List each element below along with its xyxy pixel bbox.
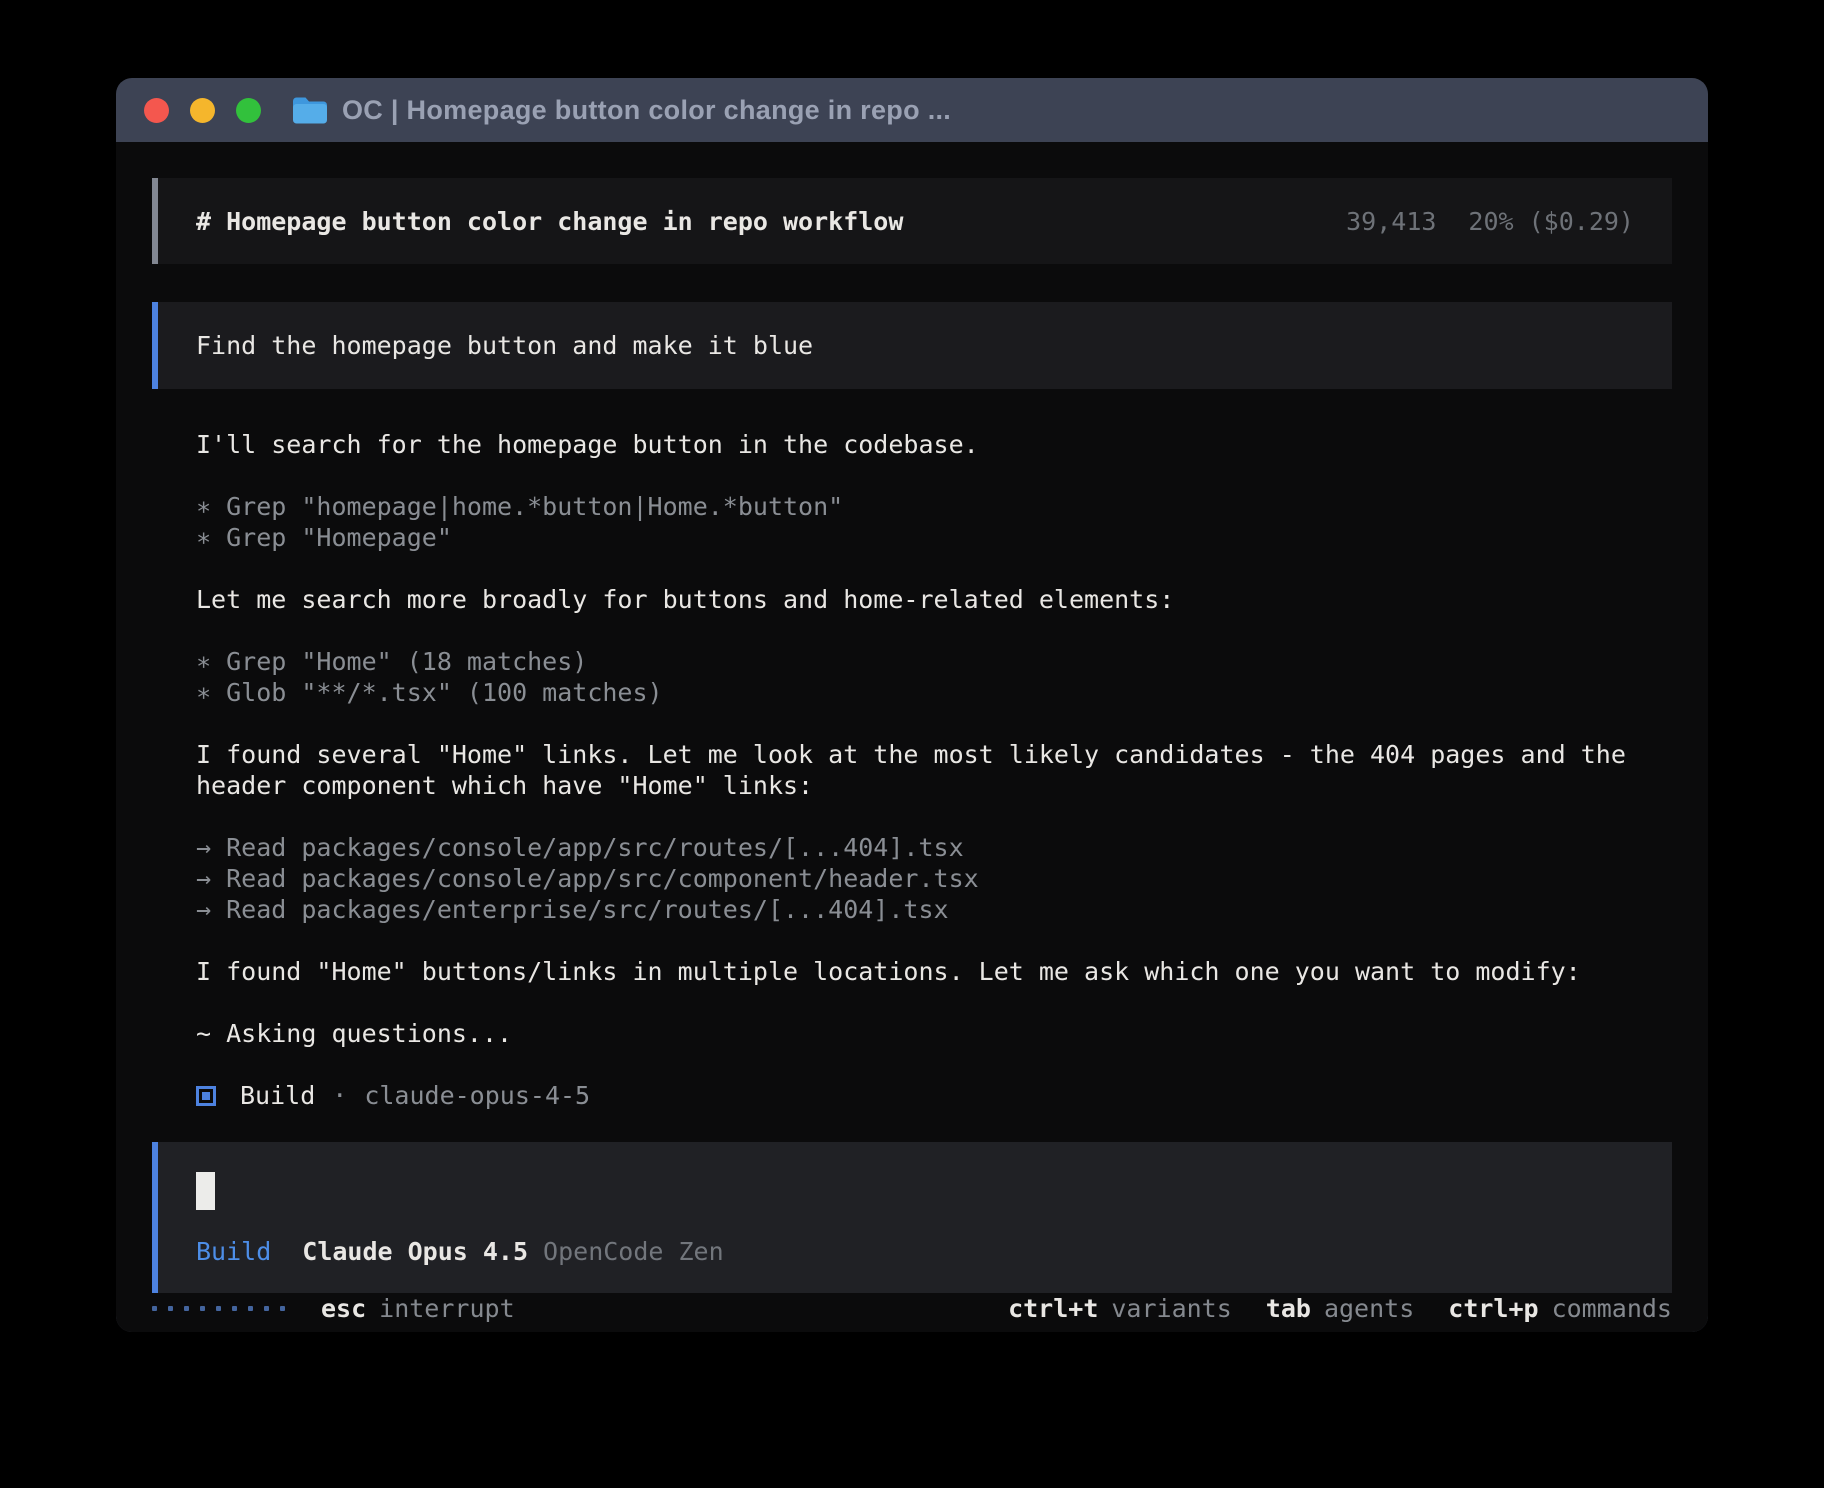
- input-agent-label[interactable]: Build: [196, 1236, 271, 1267]
- assistant-working-status: ~ Asking questions...: [196, 1018, 1672, 1049]
- zoom-button[interactable]: [236, 98, 261, 123]
- ctrl-t-key: ctrl+t: [1008, 1294, 1098, 1323]
- hint-variants: ctrl+t variants: [1008, 1293, 1232, 1324]
- agent-name: Build: [240, 1080, 315, 1111]
- assistant-response: I'll search for the homepage button in t…: [152, 429, 1672, 1142]
- prompt-input[interactable]: Build Claude Opus 4.5 OpenCode Zen: [152, 1142, 1672, 1293]
- dot-separator: ·: [332, 1080, 347, 1111]
- hint-label: agents: [1324, 1294, 1414, 1323]
- assistant-text: I found "Home" buttons/links in multiple…: [196, 956, 1672, 987]
- agent-status-row: Build · claude-opus-4-5: [196, 1080, 1672, 1111]
- session-title: # Homepage button color change in repo w…: [196, 206, 903, 237]
- tool-call-glob: ∗ Glob "**/*.tsx" (100 matches): [196, 677, 1672, 708]
- traffic-lights: [144, 98, 261, 123]
- hint-label: interrupt: [379, 1294, 514, 1323]
- assistant-text: I'll search for the homepage button in t…: [196, 429, 1672, 460]
- ctrl-p-key: ctrl+p: [1448, 1294, 1538, 1323]
- status-bar: esc interrupt ctrl+t variants tab agents ct…: [152, 1293, 1672, 1328]
- tool-call-read: → Read packages/console/app/src/routes/[…: [196, 832, 1672, 863]
- esc-key: esc: [321, 1294, 366, 1323]
- context-usage: 20% ($0.29): [1468, 206, 1634, 237]
- title-bar[interactable]: OC | Homepage button color change in rep…: [116, 78, 1708, 142]
- text-cursor: [196, 1172, 215, 1210]
- folder-icon: [291, 96, 327, 125]
- hint-label: variants: [1111, 1294, 1231, 1323]
- input-footer: Build Claude Opus 4.5 OpenCode Zen: [196, 1236, 1634, 1267]
- user-message: Find the homepage button and make it blu…: [152, 302, 1672, 389]
- tool-call-grep: ∗ Grep "homepage|home.*button|Home.*butt…: [196, 491, 1672, 522]
- hint-commands: ctrl+p commands: [1448, 1293, 1672, 1324]
- terminal-content: # Homepage button color change in repo w…: [116, 142, 1708, 1332]
- spinner-dots: [152, 1306, 285, 1311]
- token-count: 39,413: [1346, 206, 1436, 237]
- hint-agents: tab agents: [1266, 1293, 1414, 1324]
- close-button[interactable]: [144, 98, 169, 123]
- agent-build-icon: [196, 1086, 216, 1106]
- assistant-text: I found several "Home" links. Let me loo…: [196, 739, 1672, 801]
- status-left: esc interrupt: [152, 1293, 515, 1324]
- agent-model: claude-opus-4-5: [364, 1080, 590, 1111]
- session-stats: 39,413 20% ($0.29): [1346, 206, 1634, 237]
- window-title-text: OC | Homepage button color change in rep…: [342, 97, 951, 124]
- hint-label: commands: [1552, 1294, 1672, 1323]
- status-hints: ctrl+t variants tab agents ctrl+p commands: [1008, 1293, 1672, 1324]
- tab-key: tab: [1266, 1294, 1311, 1323]
- tool-call-read: → Read packages/console/app/src/componen…: [196, 863, 1672, 894]
- minimize-button[interactable]: [190, 98, 215, 123]
- window-title: OC | Homepage button color change in rep…: [291, 96, 951, 125]
- input-model-label[interactable]: Claude Opus 4.5: [302, 1236, 528, 1267]
- hint-interrupt: esc interrupt: [321, 1293, 515, 1324]
- terminal-window: OC | Homepage button color change in rep…: [116, 78, 1708, 1332]
- session-header: # Homepage button color change in repo w…: [152, 178, 1672, 264]
- assistant-text: Let me search more broadly for buttons a…: [196, 584, 1672, 615]
- tool-call-grep: ∗ Grep "Homepage": [196, 522, 1672, 553]
- input-provider-label: OpenCode Zen: [543, 1236, 724, 1267]
- tool-call-grep: ∗ Grep "Home" (18 matches): [196, 646, 1672, 677]
- tool-call-read: → Read packages/enterprise/src/routes/[.…: [196, 894, 1672, 925]
- user-message-text: Find the homepage button and make it blu…: [196, 331, 813, 360]
